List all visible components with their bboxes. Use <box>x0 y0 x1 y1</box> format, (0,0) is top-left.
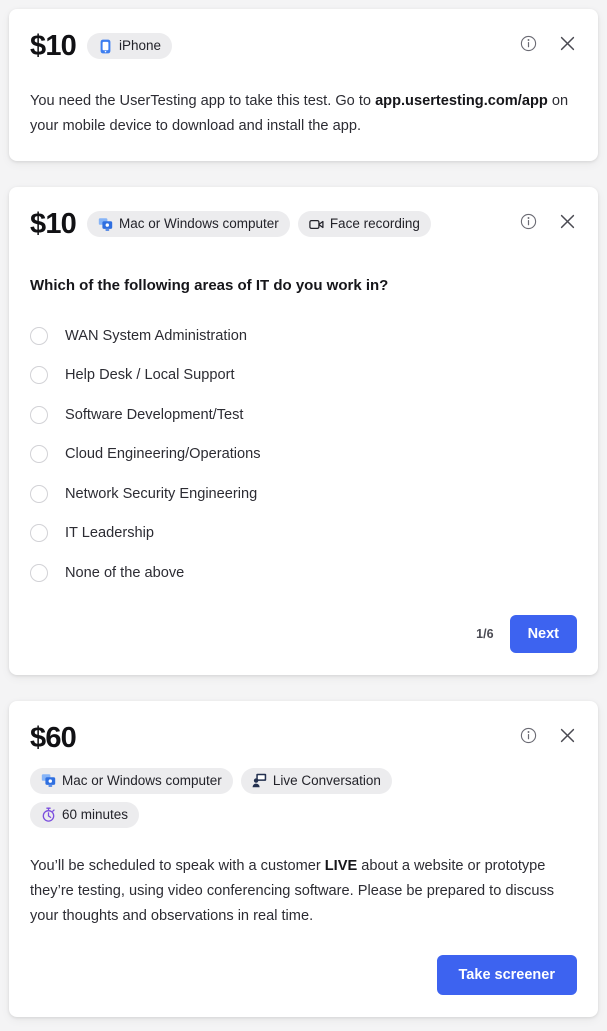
test-cards-page: $10 iPhone You need the UserTesting app … <box>0 0 607 1031</box>
close-icon[interactable] <box>559 35 576 52</box>
option-label: Network Security Engineering <box>65 485 258 502</box>
badge-label: Live Conversation <box>272 772 381 788</box>
badge-computer: Mac or Windows computer <box>30 767 233 794</box>
option-row[interactable]: Software Development/Test <box>30 395 577 435</box>
badge-computer: Mac or Windows computer <box>87 211 290 237</box>
option-row[interactable]: Network Security Engineering <box>30 474 577 514</box>
card-badges: Mac or Windows computer Face recording <box>87 207 431 237</box>
next-button[interactable]: Next <box>509 614 577 653</box>
card-price: $10 <box>30 208 77 240</box>
computer-icon <box>98 217 113 232</box>
card-badges: Mac or Windows computer Live Conversatio… <box>30 764 499 828</box>
badge-label: Face recording <box>329 216 420 232</box>
option-label: None of the above <box>65 564 185 581</box>
stopwatch-icon <box>41 807 56 822</box>
option-row[interactable]: WAN System Administration <box>30 316 577 356</box>
live-conversation-icon <box>252 773 267 788</box>
radio-button[interactable] <box>30 563 48 582</box>
radio-button[interactable] <box>30 405 48 424</box>
radio-button[interactable] <box>30 484 48 503</box>
card-actions <box>520 35 576 52</box>
body-lead: You’ll be scheduled to speak with a cust… <box>30 857 325 874</box>
face-recording-icon <box>309 217 324 232</box>
question-counter: 1/6 <box>476 626 494 641</box>
radio-button[interactable] <box>30 524 48 543</box>
option-label: Help Desk / Local Support <box>65 367 235 384</box>
option-label: WAN System Administration <box>65 327 247 344</box>
screener-question: Which of the following areas of IT do yo… <box>30 277 389 294</box>
option-label: Software Development/Test <box>65 406 244 423</box>
card-actions <box>520 213 576 230</box>
take-screener-button[interactable]: Take screener <box>436 954 577 995</box>
info-icon[interactable] <box>520 727 537 744</box>
screener-options: WAN System Administration Help Desk / Lo… <box>30 316 577 593</box>
option-label: IT Leadership <box>65 525 154 542</box>
card-price: $10 <box>30 30 77 62</box>
screener-footer: 1/6 Next <box>30 614 577 653</box>
option-row[interactable]: IT Leadership <box>30 514 577 554</box>
option-row[interactable]: Help Desk / Local Support <box>30 356 577 396</box>
badge-duration: 60 minutes <box>30 801 140 828</box>
badge-live-conversation: Live Conversation <box>240 767 392 794</box>
radio-button[interactable] <box>30 366 48 385</box>
badge-label: iPhone <box>119 38 162 54</box>
info-icon[interactable] <box>520 213 537 230</box>
close-icon[interactable] <box>559 213 576 230</box>
badge-label: Mac or Windows computer <box>62 772 222 788</box>
body-lead: You need the UserTesting app to take thi… <box>30 93 376 109</box>
card-header: $10 iPhone <box>30 29 577 63</box>
radio-button[interactable] <box>30 445 48 464</box>
badge-label: Mac or Windows computer <box>119 216 279 232</box>
body-bold-link: app.usertesting.com/app <box>375 93 548 109</box>
computer-icon <box>41 773 56 788</box>
card-price: $60 <box>30 721 77 754</box>
body-bold-emphasis: LIVE <box>324 857 358 874</box>
radio-button[interactable] <box>30 326 48 345</box>
option-label: Cloud Engineering/Operations <box>65 446 261 463</box>
iphone-icon <box>98 39 113 54</box>
info-icon[interactable] <box>520 35 537 52</box>
card-body-text: You’ll be scheduled to speak with a cust… <box>30 854 577 929</box>
card-header: $10 Mac or Windows computer Face recordi… <box>30 207 577 241</box>
card-body-text: You need the UserTesting app to take thi… <box>30 89 577 139</box>
badge-label: 60 minutes <box>62 806 129 822</box>
test-card-iphone: $10 iPhone You need the UserTesting app … <box>9 9 598 161</box>
live-conversation-footer: Take screener <box>30 954 577 995</box>
option-row[interactable]: None of the above <box>30 553 577 593</box>
card-actions <box>520 727 576 744</box>
test-card-screener: $10 Mac or Windows computer Face recordi… <box>9 187 598 675</box>
badge-iphone: iPhone <box>87 33 173 59</box>
test-card-live-conversation: $60 Mac or Windows computer Live Convers… <box>9 700 598 1017</box>
badge-face-recording: Face recording <box>297 211 431 237</box>
card-header: $60 Mac or Windows computer Live Convers… <box>30 721 577 828</box>
card-badges: iPhone <box>87 29 173 59</box>
option-row[interactable]: Cloud Engineering/Operations <box>30 435 577 475</box>
close-icon[interactable] <box>559 727 576 744</box>
